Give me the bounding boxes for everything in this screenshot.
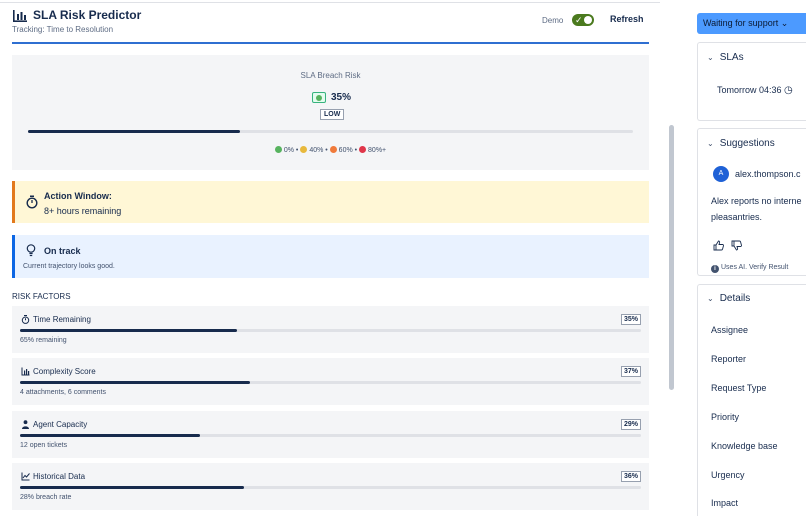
stopwatch-icon	[26, 195, 38, 209]
thumbs-up-icon[interactable]	[713, 240, 724, 251]
detail-label-knowledge-base: Knowledge base	[711, 441, 778, 451]
factor-progress-fill	[20, 329, 238, 332]
factor-name: Agent Capacity	[33, 420, 88, 429]
factor-name: Time Remaining	[33, 315, 91, 324]
risk-factor-agent-capacity: Agent Capacity 29% 12 open tickets	[12, 411, 649, 458]
factor-name: Historical Data	[33, 472, 86, 481]
risk-factor-historical-data: Historical Data 36% 28% breach rate	[12, 463, 649, 510]
ai-disclaimer: i Uses AI. Verify Result	[711, 264, 788, 273]
detail-label-impact: Impact	[711, 498, 739, 508]
factor-detail: 28% breach rate	[20, 494, 72, 501]
refresh-button[interactable]: Refresh	[610, 14, 644, 24]
risk-dot-icon	[312, 92, 326, 103]
bar-chart-icon	[21, 367, 30, 376]
status-label: Waiting for support	[703, 18, 779, 28]
chevron-down-icon: ⌄	[707, 294, 714, 303]
ticket-sidebar: Waiting for support ⌄ ⌄ SLAs Tomorrow 04:…	[697, 0, 806, 516]
legend-label: 80%+	[368, 147, 387, 154]
suggestions-header[interactable]: ⌄ Suggestions	[707, 138, 775, 149]
scrollbar[interactable]	[669, 125, 674, 390]
sla-time-text: Tomorrow 04:36	[717, 85, 782, 95]
legend-dot-icon	[300, 146, 308, 153]
detail-label-assignee: Assignee	[711, 325, 749, 335]
toggle-knob	[584, 16, 592, 24]
legend-dot-icon	[329, 146, 337, 153]
slas-header[interactable]: ⌄ SLAs	[707, 52, 744, 63]
legend-label: 40%	[309, 147, 324, 154]
details-title: Details	[719, 293, 751, 304]
legend-label: 0%	[283, 147, 294, 154]
legend-dot-icon	[274, 146, 282, 153]
factor-name: Complexity Score	[33, 367, 96, 376]
status-title: On track	[44, 246, 81, 256]
legend-label: 60%	[338, 147, 353, 154]
action-window-text: 8+ hours remaining	[44, 206, 122, 216]
app-root: SLA Risk Predictor Tracking: Time to Res…	[0, 0, 806, 516]
chevron-down-icon: ⌄	[707, 53, 714, 62]
risk-factor-complexity-score: Complexity Score 37% 4 attachments, 6 co…	[12, 358, 649, 405]
suggestions-title: Suggestions	[719, 138, 775, 149]
factor-detail: 4 attachments, 6 comments	[20, 389, 106, 396]
risk-legend: 0% • 40% • 60% • 80%+	[12, 146, 649, 154]
lightbulb-icon	[26, 244, 36, 257]
factor-progress-fill	[20, 381, 250, 384]
bar-chart-icon	[13, 10, 27, 22]
risk-progress-track	[28, 130, 633, 133]
sla-risk-panel: SLA Risk Predictor Tracking: Time to Res…	[0, 0, 660, 516]
details-header[interactable]: ⌄ Details	[707, 293, 750, 304]
sla-time: Tomorrow 04:36 ◷	[717, 85, 793, 96]
factor-percentage: 37%	[620, 366, 641, 377]
panel-header: SLA Risk Predictor Tracking: Time to Res…	[12, 8, 649, 44]
factor-progress-fill	[20, 434, 201, 437]
risk-factors-heading: RISK FACTORS	[12, 292, 71, 301]
page-title: SLA Risk Predictor	[33, 8, 142, 22]
factor-detail: 65% remaining	[20, 337, 67, 344]
risk-progress-fill	[28, 130, 240, 133]
risk-percentage: 35%	[331, 92, 352, 103]
status-dropdown[interactable]: Waiting for support ⌄	[697, 13, 806, 34]
factor-percentage: 35%	[620, 314, 641, 325]
action-window-banner: Action Window: 8+ hours remaining	[12, 181, 649, 223]
page-subtitle: Tracking: Time to Resolution	[12, 25, 114, 34]
avatar: A	[713, 166, 729, 182]
factor-percentage: 29%	[620, 419, 641, 430]
demo-label: Demo	[542, 16, 564, 25]
divider	[0, 2, 660, 3]
details-card	[697, 284, 806, 516]
breach-risk-gauge: SLA Breach Risk 35% LOW 0% • 40% • 60% •…	[12, 55, 649, 170]
slas-title: SLAs	[719, 52, 744, 63]
status-text: Current trajectory looks good.	[23, 263, 115, 270]
detail-label-urgency: Urgency	[711, 470, 745, 480]
risk-level-badge: LOW	[320, 109, 345, 120]
suggestion-text: Alex reports no interne pleasantries.	[711, 196, 802, 222]
status-banner: On track Current trajectory looks good.	[12, 235, 649, 278]
chevron-down-icon: ⌄	[780, 18, 789, 28]
info-icon: i	[711, 265, 719, 273]
chevron-down-icon: ⌄	[707, 139, 714, 148]
factor-progress-track	[20, 381, 641, 384]
factor-progress-track	[20, 434, 641, 437]
stopwatch-icon	[21, 315, 30, 324]
person-icon	[22, 420, 29, 429]
demo-toggle[interactable]: ✓	[572, 14, 594, 26]
ai-disclaimer-text: Uses AI. Verify Result	[721, 264, 789, 271]
detail-label-reporter: Reporter	[711, 354, 747, 364]
detail-label-request-type: Request Type	[711, 383, 767, 393]
line-chart-icon	[21, 472, 30, 481]
legend-dot-icon	[359, 146, 367, 153]
factor-progress-track	[20, 329, 641, 332]
gauge-title: SLA Breach Risk	[300, 71, 361, 80]
factor-progress-fill	[20, 486, 244, 489]
factor-percentage: 36%	[620, 471, 641, 482]
risk-factor-time-remaining: Time Remaining 35% 65% remaining	[12, 306, 649, 353]
factor-progress-track	[20, 486, 641, 489]
factor-detail: 12 open tickets	[20, 442, 68, 449]
action-window-title: Action Window:	[44, 191, 112, 201]
clock-icon: ◷	[784, 85, 793, 96]
suggestion-user: alex.thompson.c	[735, 169, 801, 179]
thumbs-down-icon[interactable]	[731, 240, 742, 251]
check-icon: ✓	[575, 15, 583, 25]
detail-label-priority: Priority	[711, 412, 740, 422]
